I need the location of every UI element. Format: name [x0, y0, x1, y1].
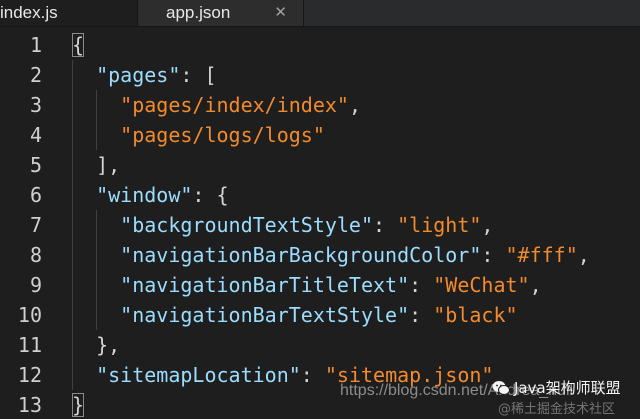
code-line[interactable]: 6 "window": {: [0, 180, 640, 210]
code-line[interactable]: 4 "pages/logs/logs": [0, 120, 640, 150]
code-text: "pages/logs/logs": [120, 120, 325, 150]
code-line[interactable]: 2 "pages": [: [0, 60, 640, 90]
code-text: "window": {: [96, 180, 228, 210]
code-text: "navigationBarTitleText": "WeChat",: [120, 270, 541, 300]
code-text: "backgroundTextStyle": "light",: [120, 210, 493, 240]
tab-app-json[interactable]: app.json ✕: [138, 0, 304, 26]
indent-guide: [96, 270, 98, 300]
indent-guide: [72, 270, 73, 300]
code-text: "navigationBarBackgroundColor": "#fff",: [120, 240, 590, 270]
code-editor[interactable]: index.js app.json ✕ 1{2 "pages": [3 "pages…: [0, 0, 640, 419]
tab-label: app.json: [166, 3, 231, 22]
line-number: 7: [29, 213, 42, 237]
json-string: "#fff": [505, 243, 578, 267]
json-punctuation: {: [72, 33, 85, 57]
code-line[interactable]: 5],: [0, 150, 640, 180]
wechat-icon: [492, 380, 510, 395]
code-text: "navigationBarTextStyle": "black": [120, 300, 517, 330]
line-number: 9: [29, 273, 42, 297]
tab-index-js[interactable]: index.js: [0, 0, 138, 26]
line-number: 8: [29, 243, 42, 267]
code-text: }: [72, 390, 85, 419]
indent-guide: [72, 300, 73, 330]
json-punctuation: :: [409, 273, 434, 297]
json-punctuation: :: [481, 243, 506, 267]
indent-guide: [72, 120, 73, 150]
code-text: "pages": [: [96, 60, 216, 90]
line-number: 4: [29, 123, 42, 147]
code-line[interactable]: 10 "navigationBarTextStyle": "black": [0, 300, 640, 330]
indent-guide: [96, 210, 98, 240]
indent-guide: [96, 120, 98, 150]
json-punctuation: : {: [192, 183, 229, 207]
tab-label: index.js: [0, 3, 58, 22]
json-key: "window": [96, 183, 193, 207]
json-punctuation: ],: [96, 153, 121, 177]
line-number: 13: [17, 393, 42, 417]
json-punctuation: ,: [577, 243, 590, 267]
watermark-sub: @稀土掘金技术社区: [498, 402, 616, 417]
line-number: 3: [29, 93, 42, 117]
code-area[interactable]: 1{2 "pages": [3 "pages/index/index", 4 "page…: [0, 30, 640, 419]
code-line[interactable]: 11},: [0, 330, 640, 360]
indent-guide: [96, 90, 98, 120]
json-punctuation: :: [373, 213, 398, 237]
json-key: "navigationBarBackgroundColor": [120, 243, 482, 267]
code-text: {: [72, 30, 85, 60]
line-number: 11: [17, 333, 42, 357]
line-number: 6: [29, 183, 42, 207]
json-punctuation: }: [72, 393, 85, 417]
watermark-brand: Java架构师联盟: [492, 377, 621, 398]
code-line[interactable]: 9 "navigationBarTitleText": "WeChat",: [0, 270, 640, 300]
line-number: 2: [29, 63, 42, 87]
line-number: 1: [29, 33, 42, 57]
watermark-brand-text: Java架构师联盟: [514, 379, 621, 397]
code-line[interactable]: 8 "navigationBarBackgroundColor": "#fff",: [0, 240, 640, 270]
code-line[interactable]: 3 "pages/index/index",: [0, 90, 640, 120]
json-string: "pages/logs/logs": [120, 123, 325, 147]
json-key: "navigationBarTextStyle": [120, 303, 410, 327]
code-text: "pages/index/index",: [120, 90, 361, 120]
indent-guide: [72, 90, 73, 120]
json-key: "pages": [96, 63, 181, 87]
indent-guide: [72, 360, 73, 390]
line-number: 12: [17, 363, 42, 387]
json-string: "pages/index/index": [120, 93, 349, 117]
json-punctuation: },: [96, 333, 121, 357]
code-text: },: [96, 330, 120, 360]
json-punctuation: ,: [529, 273, 542, 297]
indent-guide: [72, 240, 73, 270]
json-string: "light": [397, 213, 482, 237]
json-key: "navigationBarTitleText": [120, 273, 410, 297]
json-punctuation: ,: [348, 93, 361, 117]
json-string: "black": [433, 303, 518, 327]
indent-guide: [72, 150, 73, 180]
indent-guide: [96, 240, 98, 270]
json-punctuation: :: [300, 363, 325, 387]
indent-guide: [72, 180, 73, 210]
code-line[interactable]: 1{: [0, 30, 640, 60]
json-punctuation: :: [409, 303, 434, 327]
tab-bar: index.js app.json ✕: [0, 0, 640, 27]
line-number: 5: [29, 153, 42, 177]
code-line[interactable]: 7 "backgroundTextStyle": "light",: [0, 210, 640, 240]
code-text: ],: [96, 150, 120, 180]
json-key: "sitemapLocation": [96, 363, 301, 387]
line-number: 10: [17, 303, 42, 327]
indent-guide: [72, 210, 73, 240]
json-string: "WeChat": [433, 273, 530, 297]
indent-guide: [72, 60, 73, 90]
indent-guide: [72, 330, 73, 360]
json-punctuation: ,: [481, 213, 494, 237]
json-key: "backgroundTextStyle": [120, 213, 374, 237]
json-punctuation: : [: [180, 63, 217, 87]
indent-guide: [96, 300, 98, 330]
close-icon[interactable]: ✕: [274, 3, 287, 21]
